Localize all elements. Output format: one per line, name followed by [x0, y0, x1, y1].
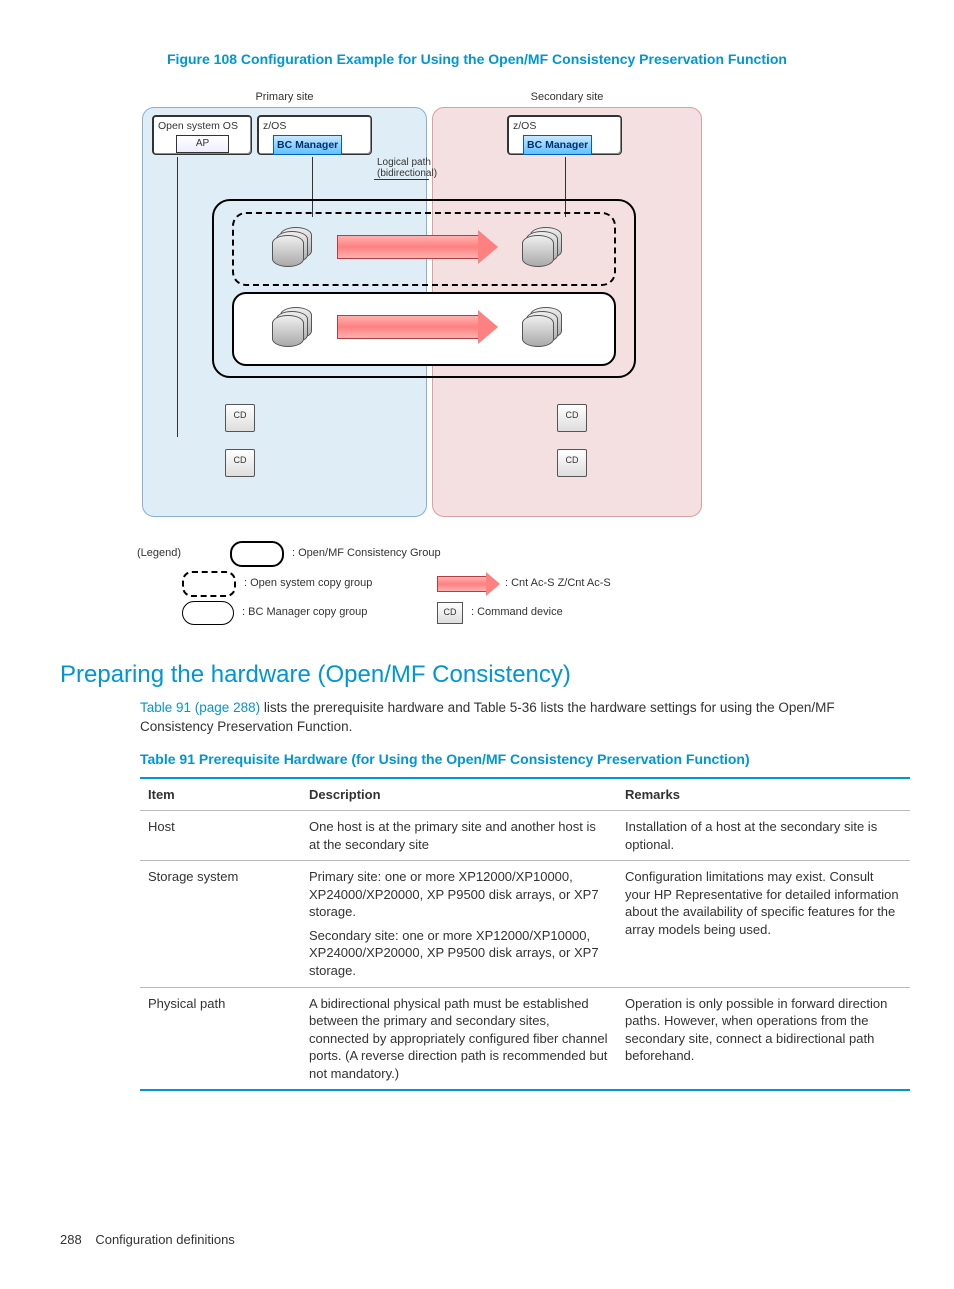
primary-site-label: Primary site	[143, 90, 426, 105]
cell-remarks: Installation of a host at the secondary …	[617, 811, 910, 861]
secondary-bc-manager-badge: BC Manager	[523, 135, 592, 155]
open-system-os-box: Open system OS AP	[152, 115, 252, 155]
th-description: Description	[301, 778, 617, 811]
page-number: 288	[60, 1232, 82, 1247]
cell-description: One host is at the primary site and anot…	[301, 811, 617, 861]
primary-zos-box: z/OS BC Manager	[257, 115, 372, 155]
primary-zos-label: z/OS	[263, 119, 367, 133]
disk-icon	[272, 227, 320, 265]
cell-item: Physical path	[140, 987, 301, 1090]
table-row: Physical pathA bidirectional physical pa…	[140, 987, 910, 1090]
disk-icon	[272, 307, 320, 345]
logical-path-label: Logical path (bidirectional)	[377, 157, 437, 179]
cell-description: Primary site: one or more XP12000/XP1000…	[301, 861, 617, 987]
open-system-os-label: Open system OS	[158, 119, 247, 133]
legend-open-copy-icon	[182, 571, 236, 597]
ap-badge: AP	[176, 135, 229, 153]
table-row: HostOne host is at the primary site and …	[140, 811, 910, 861]
primary-bc-manager-badge: BC Manager	[273, 135, 342, 155]
cell-remarks: Operation is only possible in forward di…	[617, 987, 910, 1090]
legend-open-copy-label: : Open system copy group	[244, 576, 372, 591]
legend-consistency-label: : Open/MF Consistency Group	[292, 546, 441, 561]
disk-icon	[522, 227, 570, 265]
legend-cnt-label: : Cnt Ac-S Z/Cnt Ac-S	[505, 576, 611, 591]
cell-description: A bidirectional physical path must be es…	[301, 987, 617, 1090]
cell-item: Storage system	[140, 861, 301, 987]
cell-item: Host	[140, 811, 301, 861]
table-row: Storage systemPrimary site: one or more …	[140, 861, 910, 987]
prerequisite-hardware-table: Item Description Remarks HostOne host is…	[140, 777, 910, 1092]
footer-section: Configuration definitions	[95, 1232, 234, 1247]
intro-paragraph: Table 91 (page 288) lists the prerequisi…	[140, 699, 894, 735]
command-device-icon: CD	[557, 404, 587, 432]
replication-arrow-icon	[337, 315, 479, 339]
logical-path-line	[374, 179, 429, 180]
command-device-icon: CD	[557, 449, 587, 477]
section-heading: Preparing the hardware (Open/MF Consiste…	[60, 659, 894, 691]
legend-consistency-icon	[230, 541, 284, 567]
secondary-site-label: Secondary site	[433, 90, 701, 105]
command-device-icon: CD	[225, 449, 255, 477]
legend-bc-copy-label: : BC Manager copy group	[242, 605, 367, 620]
legend-arrow-icon	[437, 576, 487, 592]
replication-arrow-icon	[337, 235, 479, 259]
diagram-wrap: Primary site Secondary site Open system …	[137, 79, 817, 639]
line-ap	[177, 157, 178, 437]
table-91-link[interactable]: Table 91 (page 288)	[140, 700, 260, 715]
th-item: Item	[140, 778, 301, 811]
secondary-zos-label: z/OS	[513, 119, 617, 133]
figure-caption: Figure 108 Configuration Example for Usi…	[60, 50, 894, 69]
diagram: Primary site Secondary site Open system …	[137, 79, 817, 639]
legend-title: (Legend)	[137, 546, 185, 561]
secondary-zos-box: z/OS BC Manager	[507, 115, 622, 155]
legend-cd-icon: CD	[437, 602, 463, 624]
legend: (Legend) : Open/MF Consistency Group : O…	[137, 537, 817, 629]
table-caption: Table 91 Prerequisite Hardware (for Usin…	[140, 750, 894, 769]
cell-remarks: Configuration limitations may exist. Con…	[617, 861, 910, 987]
th-remarks: Remarks	[617, 778, 910, 811]
legend-bc-copy-icon	[182, 601, 234, 625]
page-footer: 288 Configuration definitions	[60, 1231, 894, 1249]
legend-cmd-label: : Command device	[471, 605, 563, 620]
disk-icon	[522, 307, 570, 345]
command-device-icon: CD	[225, 404, 255, 432]
